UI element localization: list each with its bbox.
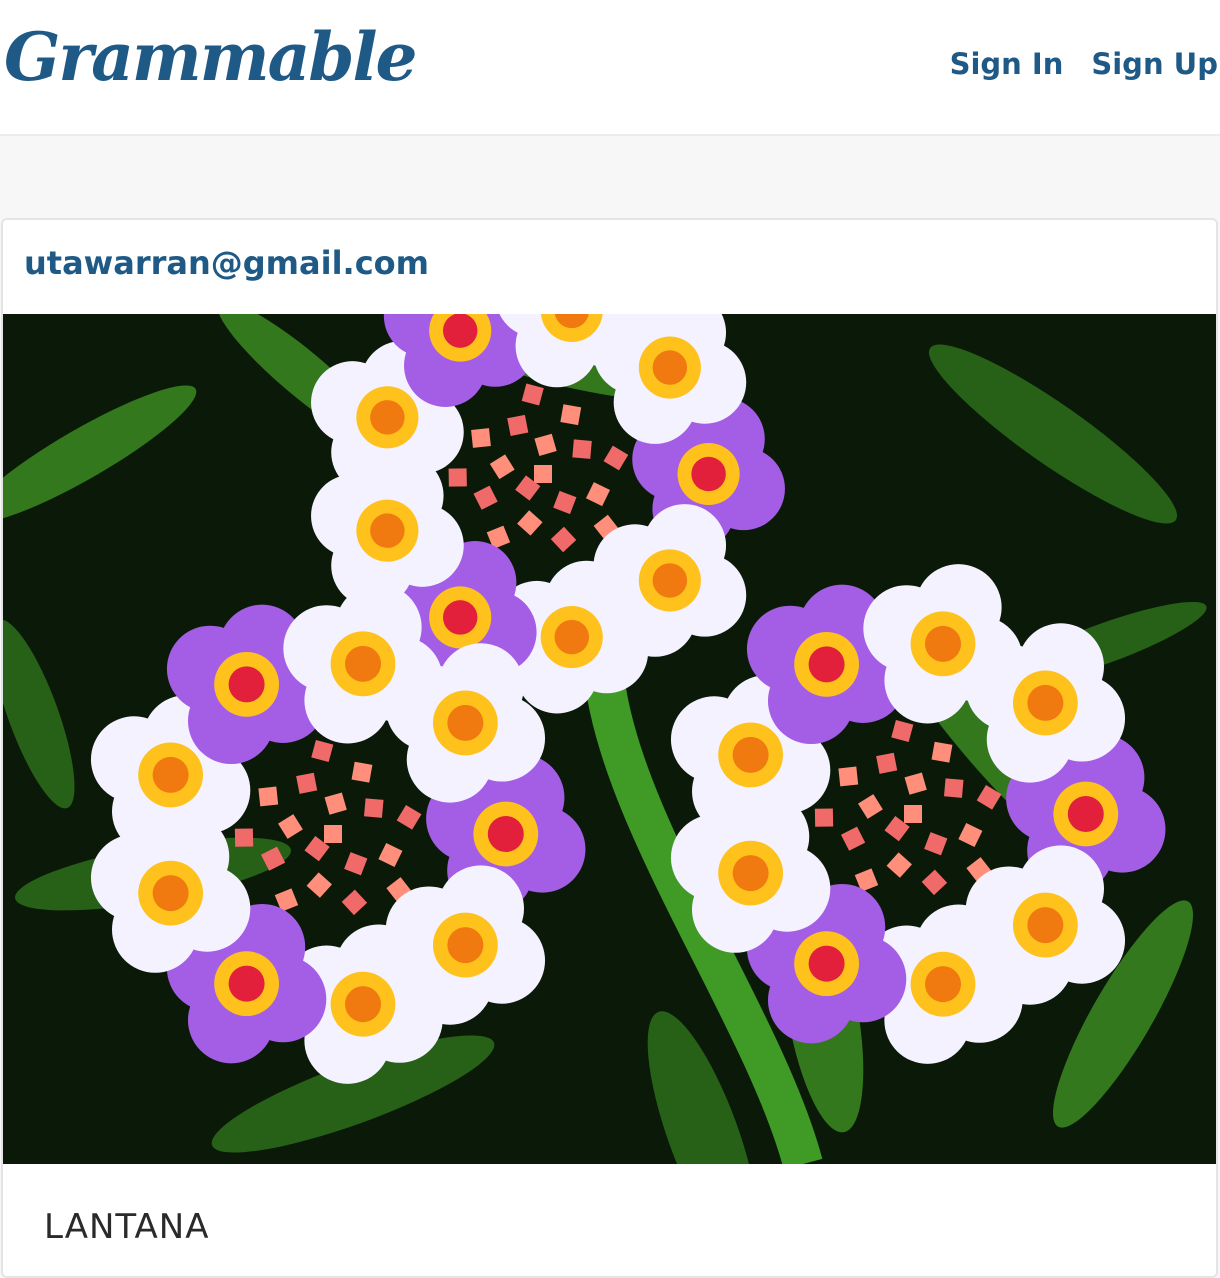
flower-bud xyxy=(840,826,866,851)
flower-bud xyxy=(572,439,592,459)
flower-bud xyxy=(944,778,964,798)
top-navbar: Grammable Sign In Sign Up xyxy=(0,0,1220,136)
flower-bud xyxy=(341,889,368,916)
flower-bud xyxy=(858,794,883,819)
flower-bud xyxy=(489,454,515,480)
flower-bud xyxy=(876,752,898,774)
flower-bud xyxy=(924,832,948,856)
flower-bud xyxy=(278,814,303,839)
flower-bud xyxy=(560,404,582,426)
nav-links: Sign In Sign Up xyxy=(950,50,1218,79)
flower-bud xyxy=(585,482,611,507)
post-card: utawarran@gmail.com LANTANA xyxy=(1,218,1218,1278)
flower-bud xyxy=(550,526,577,553)
flower-bud xyxy=(471,428,491,448)
flower-bud xyxy=(891,720,914,743)
flower-bud xyxy=(351,761,373,783)
post-image xyxy=(3,314,1216,1164)
flower-bud xyxy=(521,383,544,406)
flower-bud xyxy=(507,414,529,436)
flower-bud xyxy=(234,828,254,847)
flower-bud xyxy=(958,822,983,848)
post-caption: LANTANA xyxy=(44,1207,210,1247)
flower-bud xyxy=(324,792,347,815)
flower-bud xyxy=(904,772,927,795)
flower-bud xyxy=(296,772,318,794)
flower-bud xyxy=(473,485,498,510)
post-author-email: utawarran@gmail.com xyxy=(24,244,429,282)
flower-bud xyxy=(517,510,543,536)
flower-bud xyxy=(814,808,834,827)
flower-bud xyxy=(396,804,422,830)
flower-bud xyxy=(931,741,953,763)
brand-logo[interactable]: Grammable xyxy=(4,24,418,90)
flower-bud xyxy=(324,825,342,843)
post-card-body: LANTANA xyxy=(3,1164,1216,1276)
flower-bud xyxy=(311,740,334,763)
lantana-photo xyxy=(3,314,1207,1164)
post-card-header: utawarran@gmail.com xyxy=(3,220,1216,314)
flower-bud xyxy=(364,798,384,818)
flower-bud xyxy=(306,872,332,898)
flower-cluster xyxy=(90,584,586,1084)
sign-in-link[interactable]: Sign In xyxy=(950,50,1064,79)
leaf xyxy=(928,344,1178,524)
flower-bud xyxy=(553,490,577,515)
leaf xyxy=(3,385,197,523)
flower-bud xyxy=(886,852,912,878)
flower-bud xyxy=(921,869,948,896)
sign-up-link[interactable]: Sign Up xyxy=(1091,50,1218,79)
flower-bud xyxy=(448,468,467,487)
flower-bud xyxy=(534,433,557,456)
flower-bud xyxy=(378,842,403,868)
flower-bud xyxy=(258,786,279,807)
flower-bud xyxy=(838,766,859,787)
flower-bud xyxy=(344,852,368,876)
leaf xyxy=(3,619,75,809)
flower-bud xyxy=(603,445,629,471)
flower-bud xyxy=(534,465,552,483)
flower-bud xyxy=(904,805,922,823)
